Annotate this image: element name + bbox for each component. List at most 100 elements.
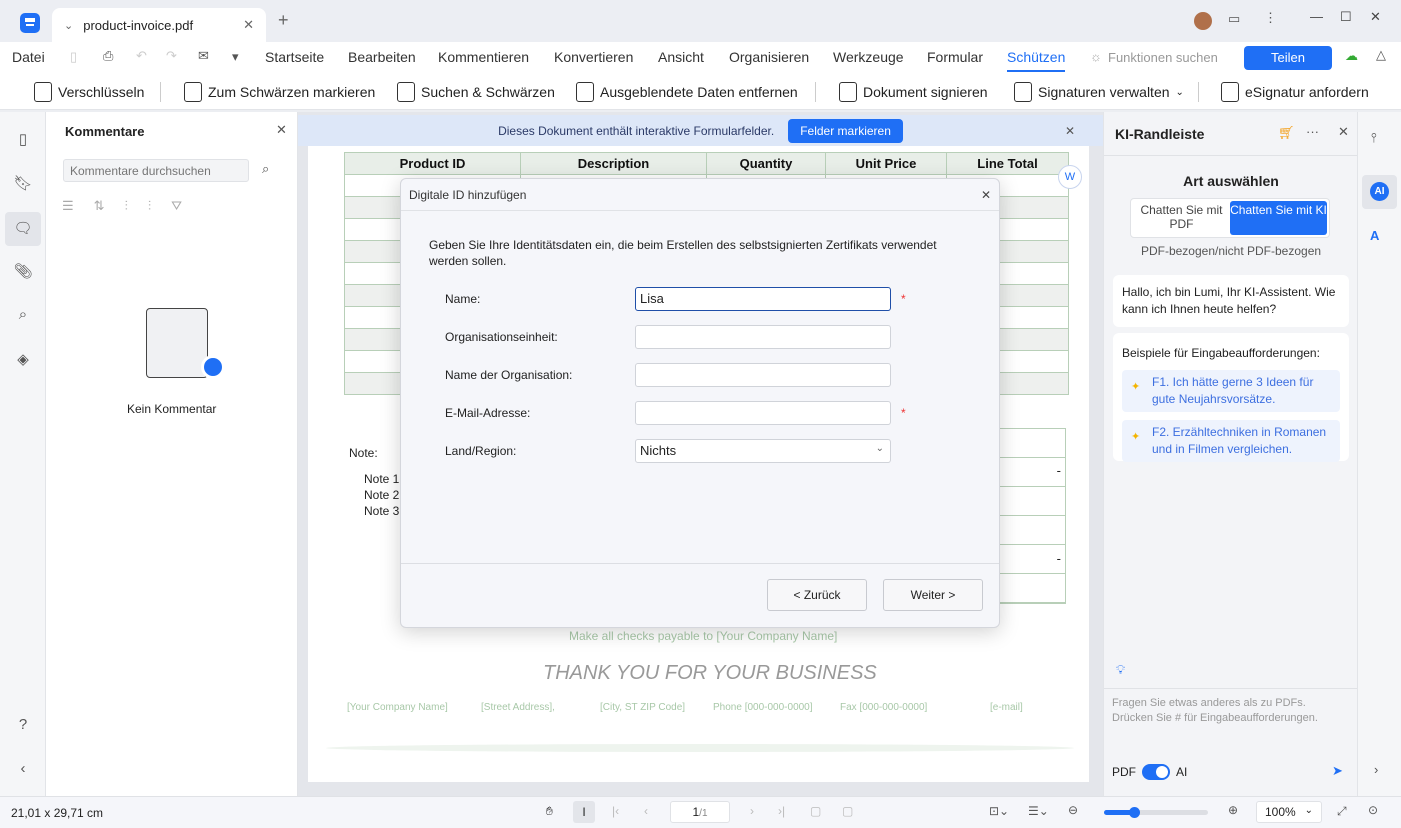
page-layout-icon[interactable]: ☰⌄ [1028, 804, 1049, 818]
close-banner-icon[interactable]: ✕ [1065, 124, 1075, 138]
maximize-button[interactable]: ☐ [1340, 9, 1352, 25]
page-number-input[interactable]: 1/1 [670, 801, 730, 823]
encrypt-label: Verschlüsseln [58, 84, 145, 100]
cloud-sync-icon[interactable]: ☁ [1345, 48, 1358, 64]
menu-file[interactable]: Datei [12, 49, 45, 65]
pdf-ai-toggle[interactable] [1142, 764, 1170, 780]
example-prompt[interactable]: F1. Ich hätte gerne 3 Ideen für gute Neu… [1122, 370, 1340, 412]
lightbulb-icon[interactable]: 💡︎ [1116, 662, 1125, 678]
chat-with-pdf-option[interactable]: Chatten Sie mit PDF [1133, 201, 1230, 235]
menu-startseite[interactable]: Startseite [265, 49, 324, 65]
menu-schuetzen[interactable]: Schützen [1007, 49, 1066, 72]
share-button[interactable]: Teilen [1244, 46, 1332, 70]
name-field[interactable]: Lisa [635, 287, 891, 311]
country-select[interactable]: Nichts ⌄ [635, 439, 891, 463]
scroll-down-icon[interactable]: ⊙ [1368, 803, 1378, 817]
collapse-left-icon[interactable]: ‹ [13, 760, 33, 780]
email-field[interactable] [635, 401, 891, 425]
quick-access-dropdown-icon[interactable]: ▾ [232, 49, 239, 65]
feedback-icon[interactable]: ▭ [1228, 11, 1240, 27]
minimize-button[interactable]: — [1310, 9, 1323, 24]
request-esignature-button[interactable]: eSignatur anfordern [1221, 82, 1369, 102]
translate-icon[interactable]: W [1058, 165, 1082, 189]
menu-ansicht[interactable]: Ansicht [658, 49, 704, 65]
filter-icon[interactable]: ⛛ [171, 198, 182, 214]
select-tool-icon[interactable]: I [573, 801, 595, 823]
zoom-select[interactable]: 100% ⌄ [1256, 801, 1322, 823]
page-fit-icon[interactable]: ⊡⌄ [989, 804, 1009, 818]
send-icon[interactable]: ➤ [1332, 763, 1343, 779]
first-page-icon[interactable]: |‹ [612, 804, 619, 818]
translate-icon[interactable]: A [1370, 228, 1379, 243]
manage-signatures-button[interactable]: Signaturen verwalten ⌄ [1014, 82, 1184, 102]
comments-search-input[interactable] [63, 159, 249, 182]
author-filter-icon[interactable]: ⫶ [125, 198, 128, 214]
close-dialog-icon[interactable]: ✕ [981, 188, 991, 202]
next-page-icon[interactable]: › [750, 804, 754, 818]
new-tab-button[interactable]: + [278, 10, 289, 31]
page-thumbnails-icon[interactable]: ▯ [13, 130, 33, 150]
fullscreen-icon[interactable]: ⤢ [1337, 804, 1347, 819]
remove-hidden-data-button[interactable]: Ausgeblendete Daten entfernen [576, 82, 798, 102]
back-button[interactable]: < Zurück [767, 579, 867, 611]
collapse-ribbon-icon[interactable]: △ [1376, 47, 1386, 63]
hand-tool-icon[interactable]: ✋︎ [546, 804, 553, 819]
search-icon[interactable]: ⌕ [262, 161, 269, 177]
undo-icon[interactable]: ↶ [136, 48, 147, 64]
layers-icon[interactable]: ◈ [13, 350, 33, 370]
zoom-slider[interactable] [1104, 807, 1208, 818]
required-marker: * [901, 406, 906, 420]
prev-page-icon[interactable]: ‹ [644, 804, 648, 818]
encrypt-button[interactable]: Verschlüsseln [34, 82, 144, 102]
close-tab-icon[interactable]: ✕ [243, 17, 254, 33]
last-page-icon[interactable]: ›| [778, 804, 785, 818]
feature-search[interactable]: Funktionen suchen [1108, 50, 1218, 65]
rotate-left-icon[interactable]: ▢ [810, 804, 821, 818]
menu-formular[interactable]: Formular [927, 49, 983, 65]
zoom-out-icon[interactable]: ⊖ [1068, 803, 1078, 817]
org-name-field[interactable] [635, 363, 891, 387]
comments-panel: Kommentare ✕ ⌕ ☰ ⇅ ⫶ ⫶ ⛛ Kein Kommentar [46, 112, 298, 796]
avatar[interactable] [1194, 12, 1212, 30]
close-comments-icon[interactable]: ✕ [276, 122, 287, 138]
sort-icon[interactable]: ☰ [62, 198, 74, 214]
redo-icon[interactable]: ↷ [166, 48, 177, 64]
ai-assistant-button[interactable]: AI [1362, 175, 1397, 209]
print-icon[interactable]: ⎙ [103, 48, 113, 64]
org-unit-field[interactable] [635, 325, 891, 349]
search-redact-button[interactable]: Suchen & Schwärzen [397, 82, 555, 102]
cart-icon[interactable]: 🛒︎ [1278, 125, 1295, 141]
comment-icon[interactable]: 🗨︎ [5, 212, 41, 246]
example-prompt[interactable]: F2. Erzähltechniken in Romanen und in Fi… [1122, 420, 1340, 462]
settings-sliders-icon[interactable]: ⫯ [1371, 130, 1377, 146]
mail-icon[interactable]: ✉ [198, 48, 209, 64]
search-icon[interactable]: ⌕ [13, 306, 33, 326]
menu-kommentieren[interactable]: Kommentieren [438, 49, 529, 65]
attachment-icon[interactable]: 📎︎ [13, 262, 33, 282]
menu-bearbeiten[interactable]: Bearbeiten [348, 49, 416, 65]
mark-redaction-button[interactable]: Zum Schwärzen markieren [184, 82, 375, 102]
help-icon[interactable]: ? [13, 716, 33, 736]
highlight-fields-button[interactable]: Felder markieren [788, 118, 903, 143]
save-icon[interactable]: ▯ [70, 49, 77, 65]
ai-icon: AI [1370, 182, 1389, 201]
rotate-right-icon[interactable]: ▢ [842, 804, 853, 818]
menu-organisieren[interactable]: Organisieren [729, 49, 809, 65]
sign-document-button[interactable]: Dokument signieren [839, 82, 988, 102]
close-window-button[interactable]: ✕ [1370, 9, 1381, 25]
more-icon[interactable]: ··· [1306, 124, 1319, 139]
status-filter-icon[interactable]: ⫶ [148, 198, 151, 214]
more-icon[interactable]: ⋮ [1264, 10, 1277, 26]
menu-werkzeuge[interactable]: Werkzeuge [833, 49, 904, 65]
menu-konvertieren[interactable]: Konvertieren [554, 49, 633, 65]
expand-right-icon[interactable]: › [1374, 762, 1378, 777]
ai-chat-input[interactable]: Fragen Sie etwas anderes als zu PDFs. Dr… [1112, 696, 1348, 726]
close-ai-icon[interactable]: ✕ [1338, 124, 1349, 140]
document-tab[interactable]: ⌄ product-invoice.pdf ✕ [52, 8, 266, 42]
chevron-down-icon: ⌄ [875, 443, 884, 454]
zoom-in-icon[interactable]: ⊕ [1228, 803, 1238, 817]
chat-with-ai-option[interactable]: Chatten Sie mit KI [1230, 201, 1327, 235]
sort-az-icon[interactable]: ⇅ [94, 198, 105, 214]
next-button[interactable]: Weiter > [883, 579, 983, 611]
bookmark-icon[interactable]: 🔖︎ [13, 174, 33, 194]
